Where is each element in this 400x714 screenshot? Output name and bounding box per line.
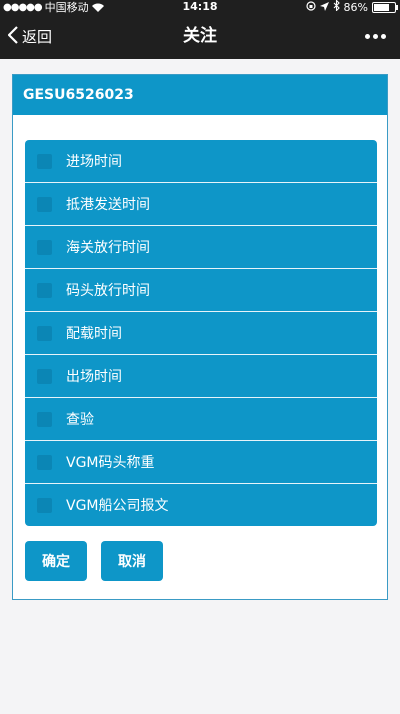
confirm-button[interactable]: 确定: [25, 541, 87, 581]
option-label: VGM码头称重: [66, 455, 155, 471]
battery-fill: [374, 3, 390, 11]
option-label: 配载时间: [66, 326, 122, 342]
option-arrival-send-time[interactable]: 抵港发送时间: [25, 183, 377, 226]
more-dot-icon: [365, 34, 370, 39]
checkbox[interactable]: [37, 368, 52, 384]
more-dot-icon: [373, 34, 378, 39]
battery-icon: [372, 1, 398, 13]
location-icon: [319, 1, 329, 14]
checkbox[interactable]: [37, 282, 52, 298]
option-terminal-release-time[interactable]: 码头放行时间: [25, 269, 377, 312]
action-buttons: 确定 取消: [25, 541, 163, 581]
checkbox[interactable]: [37, 153, 52, 169]
option-label: 码头放行时间: [66, 283, 150, 299]
option-stowage-time[interactable]: 配载时间: [25, 312, 377, 355]
container-card: GESU6526023 进场时间 抵港发送时间 海关放行时间 码头放行时间 配载…: [12, 74, 388, 600]
bluetooth-icon: [333, 0, 340, 14]
checkbox[interactable]: [37, 196, 52, 212]
option-label: 海关放行时间: [66, 240, 150, 256]
option-vgm-carrier-message[interactable]: VGM船公司报文: [25, 484, 377, 526]
status-bar: ●●●●● 中国移动 14:18 86%: [0, 0, 400, 14]
nav-bar: 返回 关注: [0, 14, 400, 59]
battery-percent: 86%: [343, 0, 368, 14]
container-number: GESU6526023: [13, 75, 387, 115]
lock-rotation-icon: [305, 0, 316, 14]
option-label: VGM船公司报文: [66, 498, 169, 514]
cancel-button[interactable]: 取消: [101, 541, 163, 581]
option-customs-release-time[interactable]: 海关放行时间: [25, 226, 377, 269]
more-dot-icon: [381, 34, 386, 39]
option-vgm-terminal-weighing[interactable]: VGM码头称重: [25, 441, 377, 484]
option-inspection[interactable]: 查验: [25, 398, 377, 441]
checkbox[interactable]: [37, 239, 52, 255]
checkbox[interactable]: [37, 454, 52, 470]
option-label: 进场时间: [66, 154, 122, 170]
checkbox[interactable]: [37, 325, 52, 341]
page-title: 关注: [183, 26, 217, 46]
checkbox[interactable]: [37, 497, 52, 513]
event-options-list: 进场时间 抵港发送时间 海关放行时间 码头放行时间 配载时间 出场时间 查验 V…: [25, 140, 377, 526]
option-entry-time[interactable]: 进场时间: [25, 140, 377, 183]
option-label: 查验: [66, 412, 94, 428]
more-menu-button[interactable]: [365, 14, 386, 59]
option-exit-time[interactable]: 出场时间: [25, 355, 377, 398]
checkbox[interactable]: [37, 411, 52, 427]
option-label: 出场时间: [66, 369, 122, 385]
option-label: 抵港发送时间: [66, 197, 150, 213]
status-right: 86%: [305, 0, 398, 14]
